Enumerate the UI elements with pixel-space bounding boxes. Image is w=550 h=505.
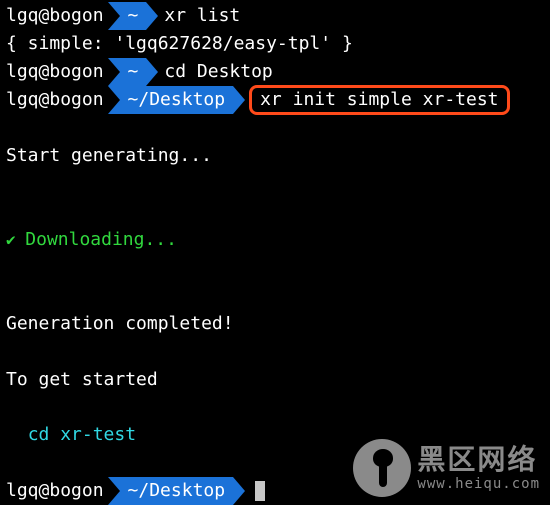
- prompt-line: lgq@bogon ~ xr list: [0, 2, 550, 30]
- command-text: xr list: [158, 2, 240, 30]
- chevron-right-icon: [146, 58, 158, 86]
- highlighted-command: xr init simple xr-test: [249, 85, 509, 115]
- path-segment: ~/Desktop: [120, 477, 234, 505]
- path-segment: ~: [120, 58, 147, 86]
- user-host: lgq@bogon: [6, 86, 108, 114]
- output-line: { simple: 'lgq627628/easy-tpl' }: [0, 30, 550, 58]
- check-icon: [6, 229, 25, 250]
- chevron-right-icon: [108, 477, 120, 505]
- path-segment: ~/Desktop: [120, 86, 234, 114]
- chevron-right-icon: [146, 2, 158, 30]
- prompt-line: lgq@bogon ~/Desktop xr init simple xr-te…: [0, 86, 550, 114]
- status-complete: Generation completed!: [0, 310, 550, 338]
- path-segment: ~: [120, 2, 147, 30]
- host: bogon: [49, 58, 103, 86]
- host: bogon: [49, 2, 103, 30]
- status-downloading: Downloading...: [0, 226, 550, 254]
- cursor-icon: [255, 481, 265, 501]
- command-text: cd Desktop: [158, 58, 272, 86]
- user: lgq: [6, 58, 39, 86]
- command-input[interactable]: [245, 477, 265, 505]
- user: lgq: [6, 86, 39, 114]
- prompt-line-active[interactable]: lgq@bogon ~/Desktop: [0, 477, 550, 505]
- status-start: Start generating...: [0, 142, 550, 170]
- prompt-line: lgq@bogon ~ cd Desktop: [0, 58, 550, 86]
- chevron-right-icon: [108, 58, 120, 86]
- chevron-right-icon: [233, 477, 245, 505]
- host: bogon: [49, 86, 103, 114]
- user: lgq: [6, 477, 39, 505]
- user-host: lgq@bogon: [6, 477, 108, 505]
- chevron-right-icon: [233, 86, 245, 114]
- user-host: lgq@bogon: [6, 2, 108, 30]
- hint-command: cd xr-test: [0, 421, 550, 449]
- chevron-right-icon: [108, 2, 120, 30]
- command-text: xr init simple xr-test: [260, 86, 498, 114]
- hint-title: To get started: [0, 366, 550, 394]
- user: lgq: [6, 2, 39, 30]
- user-host: lgq@bogon: [6, 58, 108, 86]
- host: bogon: [49, 477, 103, 505]
- chevron-right-icon: [108, 86, 120, 114]
